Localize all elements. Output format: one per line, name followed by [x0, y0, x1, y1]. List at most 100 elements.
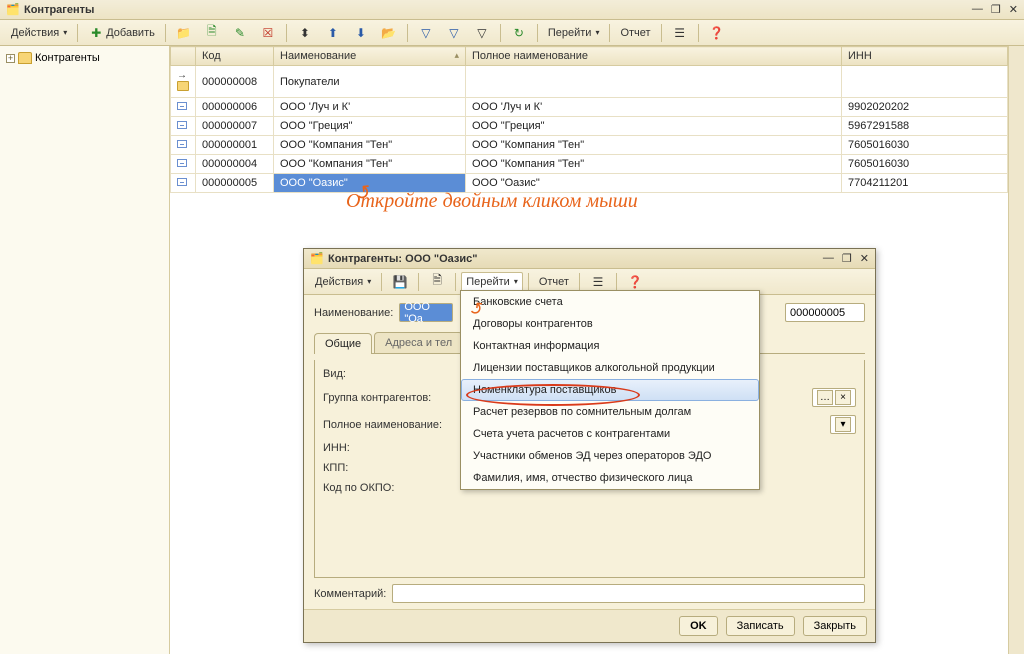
- menu-item[interactable]: Договоры контрагентов: [461, 313, 759, 335]
- menu-item[interactable]: Лицензии поставщиков алкогольной продукц…: [461, 357, 759, 379]
- tab-addresses[interactable]: Адреса и тел: [374, 332, 463, 353]
- cell-name: ООО 'Луч и К': [274, 98, 466, 117]
- table-row[interactable]: → 000000008Покупатели: [171, 66, 1008, 98]
- cell-inn: 7605016030: [842, 155, 1008, 174]
- filter2-button[interactable]: ▽: [441, 23, 467, 43]
- edit-button[interactable]: ✎: [227, 23, 253, 43]
- goto-button[interactable]: Перейти▾: [543, 23, 605, 43]
- move-button[interactable]: 📂: [376, 23, 402, 43]
- dialog-icon: 🗂️: [310, 252, 324, 266]
- menu-item[interactable]: Фамилия, имя, отчество физического лица: [461, 467, 759, 489]
- cell-inn: [842, 66, 1008, 98]
- delete-mark-button[interactable]: ☒: [255, 23, 281, 43]
- code-field[interactable]: 000000005: [785, 303, 865, 322]
- cell-name: ООО "Греция": [274, 117, 466, 136]
- list-settings-button[interactable]: ☰: [667, 23, 693, 43]
- menu-item[interactable]: Банковские счета: [461, 291, 759, 313]
- cell-code: 000000001: [196, 136, 274, 155]
- cell-name: ООО "Компания "Тен": [274, 155, 466, 174]
- row-icon-cell: [171, 174, 196, 193]
- col-code[interactable]: Код: [196, 47, 274, 66]
- folder-icon: [18, 52, 32, 64]
- group-field[interactable]: …×: [812, 388, 856, 407]
- cell-fullname: ООО "Оазис": [466, 174, 842, 193]
- dialog-list-button[interactable]: ☰: [585, 272, 611, 292]
- dialog-refs-button[interactable]: 🗎: [424, 272, 450, 292]
- fullname-field[interactable]: ▾: [830, 415, 856, 434]
- tree-expand-icon[interactable]: +: [6, 54, 15, 63]
- table-row[interactable]: 000000001ООО "Компания "Тен"ООО "Компани…: [171, 136, 1008, 155]
- menu-item[interactable]: Контактная информация: [461, 335, 759, 357]
- main-toolbar: Действия▾ ✚Добавить 📁 🗎 ✎ ☒ ⬍ ⬆ ⬇ 📂 ▽ ▽ …: [0, 20, 1024, 46]
- name-field[interactable]: ООО "Оа: [399, 303, 453, 322]
- dialog-save-icon-button[interactable]: 💾: [387, 272, 413, 292]
- filter-off-button[interactable]: ▽: [469, 23, 495, 43]
- row-icon-cell: [171, 136, 196, 155]
- menu-item[interactable]: Участники обменов ЭД через операторов ЭД…: [461, 445, 759, 467]
- dialog-actions-button[interactable]: Действия▾: [310, 272, 376, 292]
- tree-root-label: Контрагенты: [35, 52, 100, 64]
- save-button[interactable]: Записать: [726, 616, 795, 636]
- col-fullname[interactable]: Полное наименование: [466, 47, 842, 66]
- tab-general[interactable]: Общие: [314, 333, 372, 354]
- col-name[interactable]: Наименование▴: [274, 47, 466, 66]
- okpo-label: Код по ОКПО:: [323, 482, 463, 494]
- menu-item[interactable]: Счета учета расчетов с контрагентами: [461, 423, 759, 445]
- cell-code: 000000004: [196, 155, 274, 174]
- dialog-maximize-button[interactable]: ❐: [842, 252, 852, 265]
- fullname-dropdown-button[interactable]: ▾: [835, 417, 851, 432]
- filter1-button[interactable]: ▽: [413, 23, 439, 43]
- dialog-titlebar: 🗂️ Контрагенты: ООО "Оазис" — ❐ ✕: [304, 249, 875, 269]
- minimize-button[interactable]: —: [972, 3, 983, 16]
- cell-fullname: ООО 'Луч и К': [466, 98, 842, 117]
- comment-field[interactable]: [392, 584, 865, 603]
- col-icon[interactable]: [171, 47, 196, 66]
- dialog-title: Контрагенты: ООО "Оазис": [328, 253, 823, 265]
- table-row[interactable]: 000000006ООО 'Луч и К'ООО 'Луч и К'99020…: [171, 98, 1008, 117]
- dialog-report-button[interactable]: Отчет: [534, 272, 574, 292]
- group-clear-button[interactable]: ×: [835, 390, 851, 405]
- table-row[interactable]: 000000004ООО "Компания "Тен"ООО "Компани…: [171, 155, 1008, 174]
- cell-inn: 7605016030: [842, 136, 1008, 155]
- main-window-titlebar: 🗂️ Контрагенты — ❐ ✕: [0, 0, 1024, 20]
- cell-fullname: ООО "Греция": [466, 117, 842, 136]
- add-button[interactable]: ✚Добавить: [83, 23, 160, 43]
- group-select-button[interactable]: …: [817, 390, 833, 405]
- level-down-button[interactable]: ⬇: [348, 23, 374, 43]
- hierarchy-button[interactable]: ⬍: [292, 23, 318, 43]
- window-title: Контрагенты: [24, 4, 972, 16]
- menu-item[interactable]: Расчет резервов по сомнительным долгам: [461, 401, 759, 423]
- close-button[interactable]: ✕: [1009, 3, 1018, 16]
- row-icon-cell: [171, 117, 196, 136]
- inn-label: ИНН:: [323, 442, 463, 454]
- cell-inn: 9902020202: [842, 98, 1008, 117]
- add-folder-button[interactable]: 📁: [171, 23, 197, 43]
- table-row[interactable]: 000000005ООО "Оазис"ООО "Оазис"770421120…: [171, 174, 1008, 193]
- actions-menu-button[interactable]: Действия▾: [6, 23, 72, 43]
- dialog-minimize-button[interactable]: —: [823, 252, 834, 265]
- cell-fullname: [466, 66, 842, 98]
- close-button-dialog[interactable]: Закрыть: [803, 616, 867, 636]
- dialog-close-button[interactable]: ✕: [860, 252, 869, 265]
- name-label: Наименование:: [314, 307, 393, 319]
- tree-root-item[interactable]: + Контрагенты: [0, 50, 169, 66]
- maximize-button[interactable]: ❐: [991, 3, 1001, 16]
- kind-label: Вид:: [323, 368, 463, 380]
- ok-button[interactable]: OK: [679, 616, 718, 636]
- vertical-scrollbar[interactable]: [1008, 46, 1024, 654]
- copy-button[interactable]: 🗎: [199, 23, 225, 43]
- help-button[interactable]: ❓: [704, 23, 730, 43]
- data-grid[interactable]: Код Наименование▴ Полное наименование ИН…: [170, 46, 1008, 193]
- menu-item[interactable]: Номенклатура поставщиков: [461, 379, 759, 401]
- refresh-button[interactable]: ↻: [506, 23, 532, 43]
- report-button[interactable]: Отчет: [615, 23, 655, 43]
- comment-label: Комментарий:: [314, 588, 386, 600]
- row-icon-cell: [171, 98, 196, 117]
- dialog-help-button[interactable]: ❓: [622, 272, 648, 292]
- dialog-goto-button[interactable]: Перейти▾: [461, 272, 523, 292]
- cell-code: 000000008: [196, 66, 274, 98]
- table-row[interactable]: 000000007ООО "Греция"ООО "Греция"5967291…: [171, 117, 1008, 136]
- goto-dropdown-menu: Банковские счетаДоговоры контрагентовКон…: [460, 290, 760, 490]
- level-up-button[interactable]: ⬆: [320, 23, 346, 43]
- col-inn[interactable]: ИНН: [842, 47, 1008, 66]
